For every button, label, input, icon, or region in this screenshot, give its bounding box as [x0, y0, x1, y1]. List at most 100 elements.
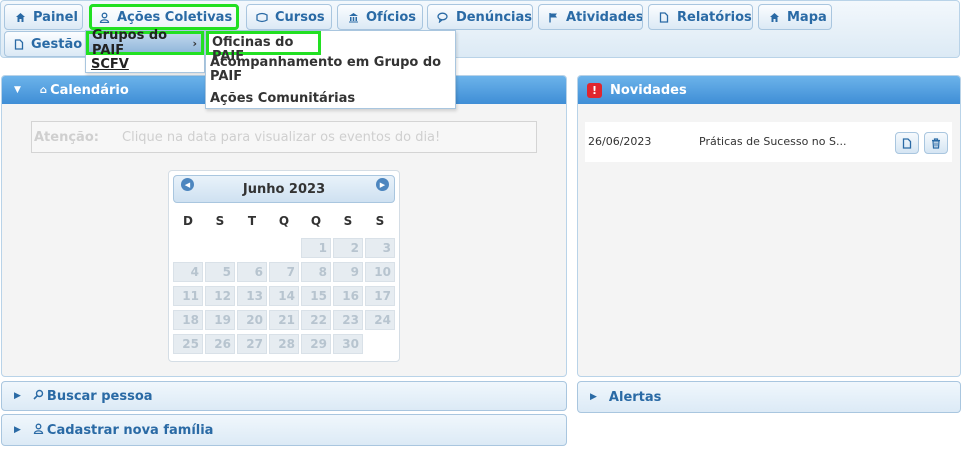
acoes-coletivas-menu: Grupos do PAIF › SCFV [85, 28, 205, 75]
home-icon [768, 11, 780, 23]
nav-gestao[interactable]: Gestão D [4, 31, 94, 57]
nav-denuncias[interactable]: Denúncias [427, 4, 533, 30]
menu-item-acompanhamento[interactable]: Acompanhamento em Grupo do PAIF [210, 56, 441, 84]
caret-right-icon: ▶ [14, 425, 21, 435]
menu-item-acoes-comunitarias-label: Ações Comunitárias [210, 91, 356, 106]
user-icon [99, 11, 110, 23]
nav-oficios[interactable]: Ofícios [337, 4, 423, 30]
news-item-date: 26/06/2023 [588, 135, 652, 148]
nav-painel[interactable]: Painel [4, 4, 83, 30]
calendar-day[interactable]: 28 [269, 334, 299, 354]
attention-message: Clique na data para visualizar os evento… [122, 129, 441, 145]
calendar-day[interactable]: 1 [301, 238, 331, 258]
nav-relatorios[interactable]: Relatórios [648, 4, 753, 30]
calendar-day[interactable]: 27 [237, 334, 267, 354]
speech-bubble-icon [437, 11, 449, 23]
nav-cursos-label: Cursos [275, 9, 325, 25]
alertas-header[interactable]: ▶ Alertas [578, 382, 960, 412]
weekday-header: S [375, 214, 385, 228]
document-icon [658, 11, 670, 23]
menu-item-acoes-comunitarias[interactable]: Ações Comunitárias [210, 92, 355, 106]
trash-icon [932, 137, 940, 149]
news-panel: ! Novidades [577, 75, 961, 377]
weekday-header: D [183, 214, 193, 228]
grupos-paif-submenu: Oficinas do PAIF Acompanhamento em Grupo… [205, 30, 456, 109]
calendar-day[interactable]: 15 [301, 286, 331, 306]
calendar-day[interactable]: 19 [205, 310, 235, 330]
next-month-icon[interactable]: ▶ [376, 178, 389, 191]
building-icon [347, 11, 359, 23]
calendar-day[interactable]: 4 [173, 262, 203, 282]
search-icon [33, 389, 44, 404]
calendar-day[interactable]: 20 [237, 310, 267, 330]
calendar-day[interactable]: 6 [237, 262, 267, 282]
document-icon [14, 38, 24, 50]
cadastrar-familia-header[interactable]: ▶ Cadastrar nova família [2, 415, 566, 445]
calendar-day[interactable]: 25 [173, 334, 203, 354]
calendar-day[interactable]: 9 [333, 262, 363, 282]
calendar-day[interactable]: 26 [205, 334, 235, 354]
nav-atividades-label: Atividades [566, 9, 643, 25]
view-news-button[interactable] [895, 132, 919, 154]
caret-down-icon: ▼ [14, 85, 21, 95]
nav-cursos[interactable]: Cursos [246, 4, 332, 30]
calendar-day[interactable]: 14 [269, 286, 299, 306]
nav-painel-label: Painel [33, 9, 78, 25]
menu-item-acompanhamento-line1: Acompanhamento em Grupo do [210, 55, 442, 70]
delete-news-button[interactable] [924, 132, 948, 154]
menu-item-acompanhamento-line2: PAIF [210, 69, 243, 84]
cursos-icon [256, 11, 268, 23]
weekday-header: Q [278, 214, 290, 228]
nav-oficios-label: Ofícios [366, 9, 416, 25]
calendar-day[interactable]: 30 [333, 334, 363, 354]
weekday-header: T [247, 214, 257, 228]
buscar-pessoa-header[interactable]: ▶ Buscar pessoa [2, 382, 566, 410]
nav-acoes-coletivas[interactable]: Ações Coletivas ⌃ [89, 4, 239, 30]
news-panel-header[interactable]: ! Novidades [578, 76, 960, 104]
cadastrar-familia-panel[interactable]: ▶ Cadastrar nova família [1, 414, 567, 446]
alert-icon: ! [587, 82, 602, 98]
calendar-day[interactable]: 5 [205, 262, 235, 282]
nav-denuncias-label: Denúncias [455, 9, 532, 25]
calendar-panel-title: Calendário [50, 82, 129, 98]
buscar-pessoa-panel[interactable]: ▶ Buscar pessoa [1, 381, 567, 411]
weekday-header: S [215, 214, 225, 228]
calendar-day[interactable]: 21 [269, 310, 299, 330]
calendar-day[interactable]: 16 [333, 286, 363, 306]
attention-box: Atenção: Clique na data para visualizar … [31, 121, 537, 153]
chevron-right-icon: › [192, 36, 197, 50]
alertas-panel[interactable]: ▶ Alertas [577, 381, 961, 413]
nav-atividades[interactable]: Atividades [538, 4, 643, 30]
calendar-day[interactable]: 7 [269, 262, 299, 282]
menu-item-oficinas-paif[interactable]: Oficinas do PAIF [206, 31, 321, 64]
calendar-day[interactable]: 29 [301, 334, 331, 354]
cadastrar-familia-title: Cadastrar nova família [46, 422, 214, 438]
calendar-day[interactable]: 13 [237, 286, 267, 306]
weekday-header: Q [310, 214, 322, 228]
nav-mapa-label: Mapa [787, 9, 827, 25]
prev-month-icon[interactable]: ◀ [181, 178, 194, 191]
user-icon [33, 423, 44, 438]
nav-mapa[interactable]: Mapa [758, 4, 832, 30]
alertas-title: Alertas [608, 389, 662, 405]
calendar-day[interactable]: 18 [173, 310, 203, 330]
news-item-title: Práticas de Sucesso no S... [699, 135, 847, 148]
news-panel-title: Novidades [610, 82, 687, 98]
flag-icon [548, 11, 559, 23]
calendar-day[interactable]: 10 [365, 262, 395, 282]
calendar-day[interactable]: 23 [333, 310, 363, 330]
caret-right-icon: ▶ [590, 392, 597, 402]
calendar-day[interactable]: 12 [205, 286, 235, 306]
home-icon [14, 11, 26, 23]
calendar-day[interactable]: 24 [365, 310, 395, 330]
menu-item-scfv[interactable]: SCFV [86, 53, 204, 75]
buscar-pessoa-title: Buscar pessoa [46, 388, 153, 404]
calendar-day[interactable]: 3 [365, 238, 395, 258]
menu-item-scfv-label: SCFV [91, 56, 129, 72]
calendar-day[interactable]: 8 [301, 262, 331, 282]
calendar-day[interactable]: 17 [365, 286, 395, 306]
calendar-day[interactable]: 22 [301, 310, 331, 330]
menu-item-grupos-paif[interactable]: Grupos do PAIF › [86, 28, 204, 58]
calendar-day[interactable]: 2 [333, 238, 363, 258]
calendar-day[interactable]: 11 [173, 286, 203, 306]
